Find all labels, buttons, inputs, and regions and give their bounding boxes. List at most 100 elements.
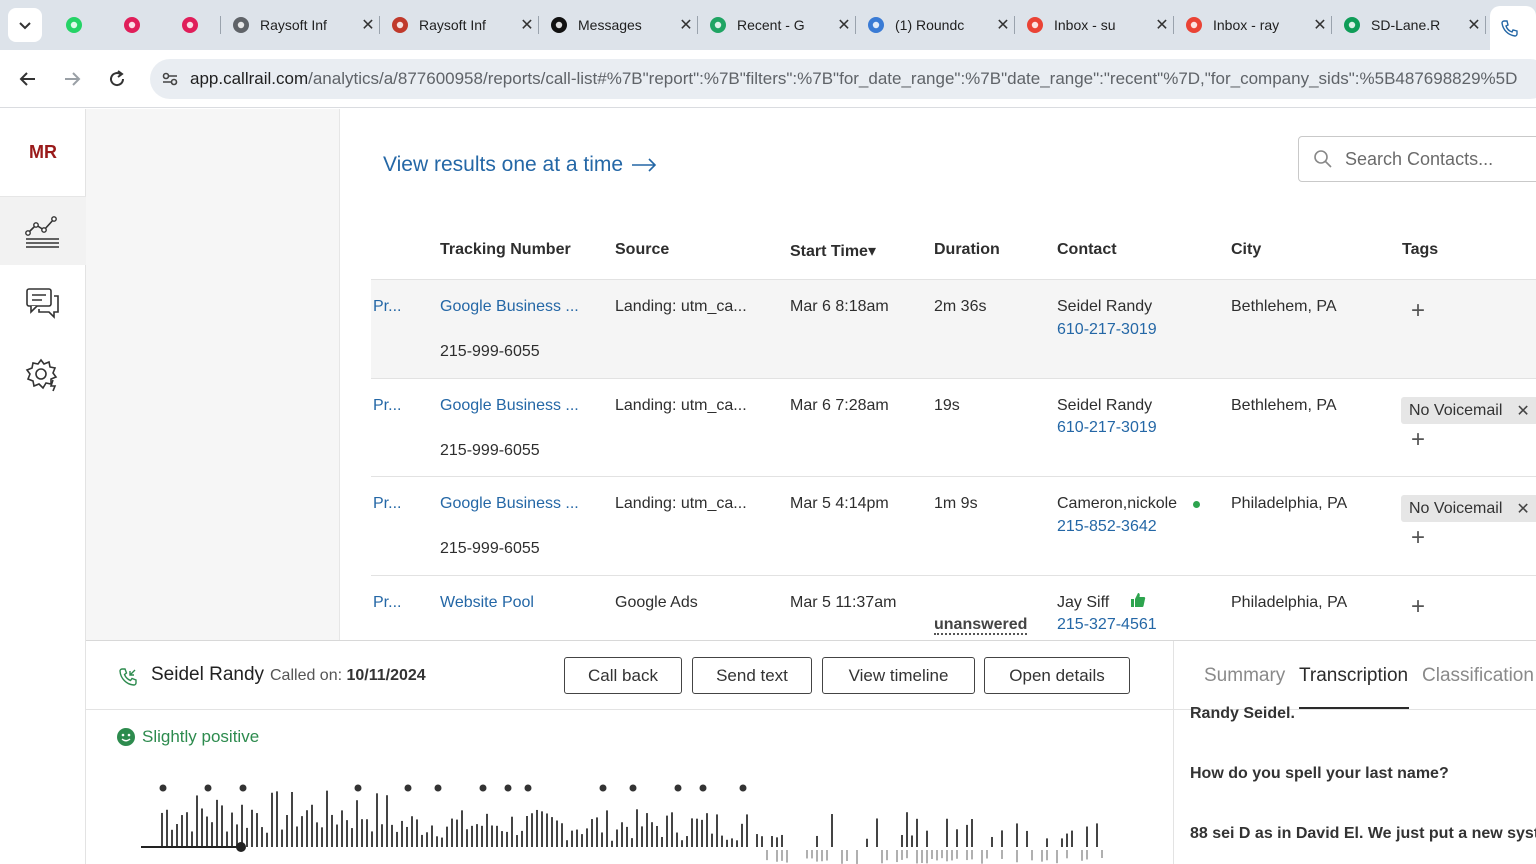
waveform-marker[interactable] [354,784,362,792]
contact-name[interactable]: Jay Siff [1057,594,1109,612]
close-tab-icon[interactable]: ✕ [1153,15,1171,35]
send-text-button[interactable]: Send text [692,657,812,694]
tracking-number: 215-999-6055 [440,343,540,360]
back-button[interactable] [15,66,41,92]
contact-phone-link[interactable]: 610-217-3019 [1057,419,1157,437]
url-omnibox[interactable]: app.callrail.com/analytics/a/877600958/r… [150,59,1536,99]
add-tag-button[interactable]: + [1411,297,1425,325]
waveform-marker[interactable] [504,784,512,792]
table-row[interactable]: Pr... Google Business ... 215-999-6055 L… [371,476,1536,575]
waveform-bar [171,829,173,847]
contact-name[interactable]: Cameron,nickole [1057,495,1177,513]
contact-name[interactable]: Seidel Randy [1057,298,1152,316]
column-header-contact[interactable]: Contact [1057,241,1117,259]
row-prefix-link[interactable]: Pr... [373,397,401,415]
tracking-name-link[interactable]: Website Pool [440,594,534,612]
open-details-button[interactable]: Open details [984,657,1130,694]
browser-tab[interactable]: Raysoft Inf ✕ [381,7,536,43]
waveform-bar-secondary [916,850,918,864]
waveform-marker[interactable] [524,784,532,792]
reload-button[interactable] [104,66,130,92]
close-tab-icon[interactable]: ✕ [1311,15,1329,35]
close-tab-icon[interactable]: ✕ [359,15,377,35]
waveform-marker[interactable] [204,784,212,792]
waveform-marker[interactable] [699,784,707,792]
waveform-marker[interactable] [739,784,747,792]
waveform-bar [196,795,198,847]
close-tab-icon[interactable]: ✕ [677,15,695,35]
audio-waveform[interactable] [141,777,1121,864]
tracking-name-link[interactable]: Google Business ... [440,397,579,415]
waveform-bar-secondary [941,850,943,859]
tracking-name-link[interactable]: Google Business ... [440,298,579,316]
tab-summary[interactable]: Summary [1204,665,1285,687]
close-tab-icon[interactable]: ✕ [835,15,853,35]
contact-phone-link[interactable]: 215-327-4561 [1057,616,1157,634]
browser-tab-active[interactable] [1490,6,1536,50]
view-results-link[interactable]: View results one at a time [383,153,657,177]
rail-item-analytics[interactable] [0,197,86,265]
waveform-bar [406,826,408,847]
table-row[interactable]: Pr... Google Business ... 215-999-6055 L… [371,279,1536,378]
waveform-marker[interactable] [434,784,442,792]
remove-tag-icon[interactable]: ✕ [1516,401,1529,421]
call-detail-header: Seidel Randy Called on: 10/11/2024 Call … [86,641,1173,710]
waveform-marker[interactable] [674,784,682,792]
column-header-tracking-number[interactable]: Tracking Number [440,241,571,259]
close-tab-icon[interactable]: ✕ [994,15,1012,35]
waveform-marker[interactable] [159,784,167,792]
remove-tag-icon[interactable]: ✕ [1516,499,1529,519]
tab-classification[interactable]: Classification [1422,665,1534,687]
browser-tab[interactable] [113,7,167,43]
row-prefix-link[interactable]: Pr... [373,298,401,316]
column-header-city[interactable]: City [1231,241,1261,259]
call-back-button[interactable]: Call back [564,657,682,694]
browser-tab[interactable]: (1) Roundc ✕ [857,7,1012,43]
add-tag-button[interactable]: + [1411,593,1425,621]
playhead-handle[interactable] [236,842,246,852]
browser-tab[interactable]: SD-Lane.R ✕ [1333,7,1483,43]
browser-tab[interactable]: Raysoft Inf ✕ [222,7,377,43]
rail-item-conversations[interactable] [0,269,86,337]
table-row[interactable]: Pr... Website Pool Google Ads Mar 5 11:3… [371,575,1536,640]
waveform-marker[interactable] [404,784,412,792]
view-timeline-button[interactable]: View timeline [822,657,975,694]
column-header-duration[interactable]: Duration [934,241,1000,259]
column-header-start-time[interactable]: Start Time▾ [790,241,876,261]
browser-tab[interactable]: Messages ✕ [540,7,695,43]
browser-tab[interactable] [55,7,109,43]
waveform-marker[interactable] [629,784,637,792]
site-info-icon[interactable] [150,69,190,89]
waveform-bar [1071,830,1073,847]
contact-name[interactable]: Seidel Randy [1057,397,1152,415]
tab-transcription[interactable]: Transcription [1299,665,1408,687]
contact-phone-link[interactable]: 215-852-3642 [1057,518,1157,536]
close-tab-icon[interactable]: ✕ [518,15,536,35]
tab-search-button[interactable] [8,8,42,42]
row-prefix-link[interactable]: Pr... [373,594,401,612]
column-header-source[interactable]: Source [615,241,669,259]
contact-phone-link[interactable]: 610-217-3019 [1057,321,1157,339]
tracking-name-link[interactable]: Google Business ... [440,495,579,513]
waveform-bar [431,825,433,847]
column-header-tags[interactable]: Tags [1402,241,1438,259]
add-tag-button[interactable]: + [1411,524,1425,552]
table-row[interactable]: Pr... Google Business ... 215-999-6055 L… [371,378,1536,477]
browser-tab[interactable] [171,7,218,43]
browser-tab[interactable]: Inbox - su ✕ [1016,7,1171,43]
close-tab-icon[interactable]: ✕ [1465,15,1483,35]
waveform-marker[interactable] [239,784,247,792]
forward-button[interactable] [59,66,85,92]
waveform-bar [926,830,928,847]
waveform-marker[interactable] [599,784,607,792]
search-contacts-box[interactable] [1298,136,1536,182]
waveform-marker[interactable] [479,784,487,792]
row-prefix-link[interactable]: Pr... [373,495,401,513]
browser-tab[interactable]: Recent - G ✕ [699,7,853,43]
rail-item-settings[interactable] [0,341,86,409]
add-tag-button[interactable]: + [1411,426,1425,454]
search-contacts-input[interactable] [1345,148,1536,170]
account-initials[interactable]: MR [0,109,86,197]
browser-tab[interactable]: Inbox - ray ✕ [1175,7,1329,43]
tag-pill: No Voicemail ✕ [1401,397,1536,424]
